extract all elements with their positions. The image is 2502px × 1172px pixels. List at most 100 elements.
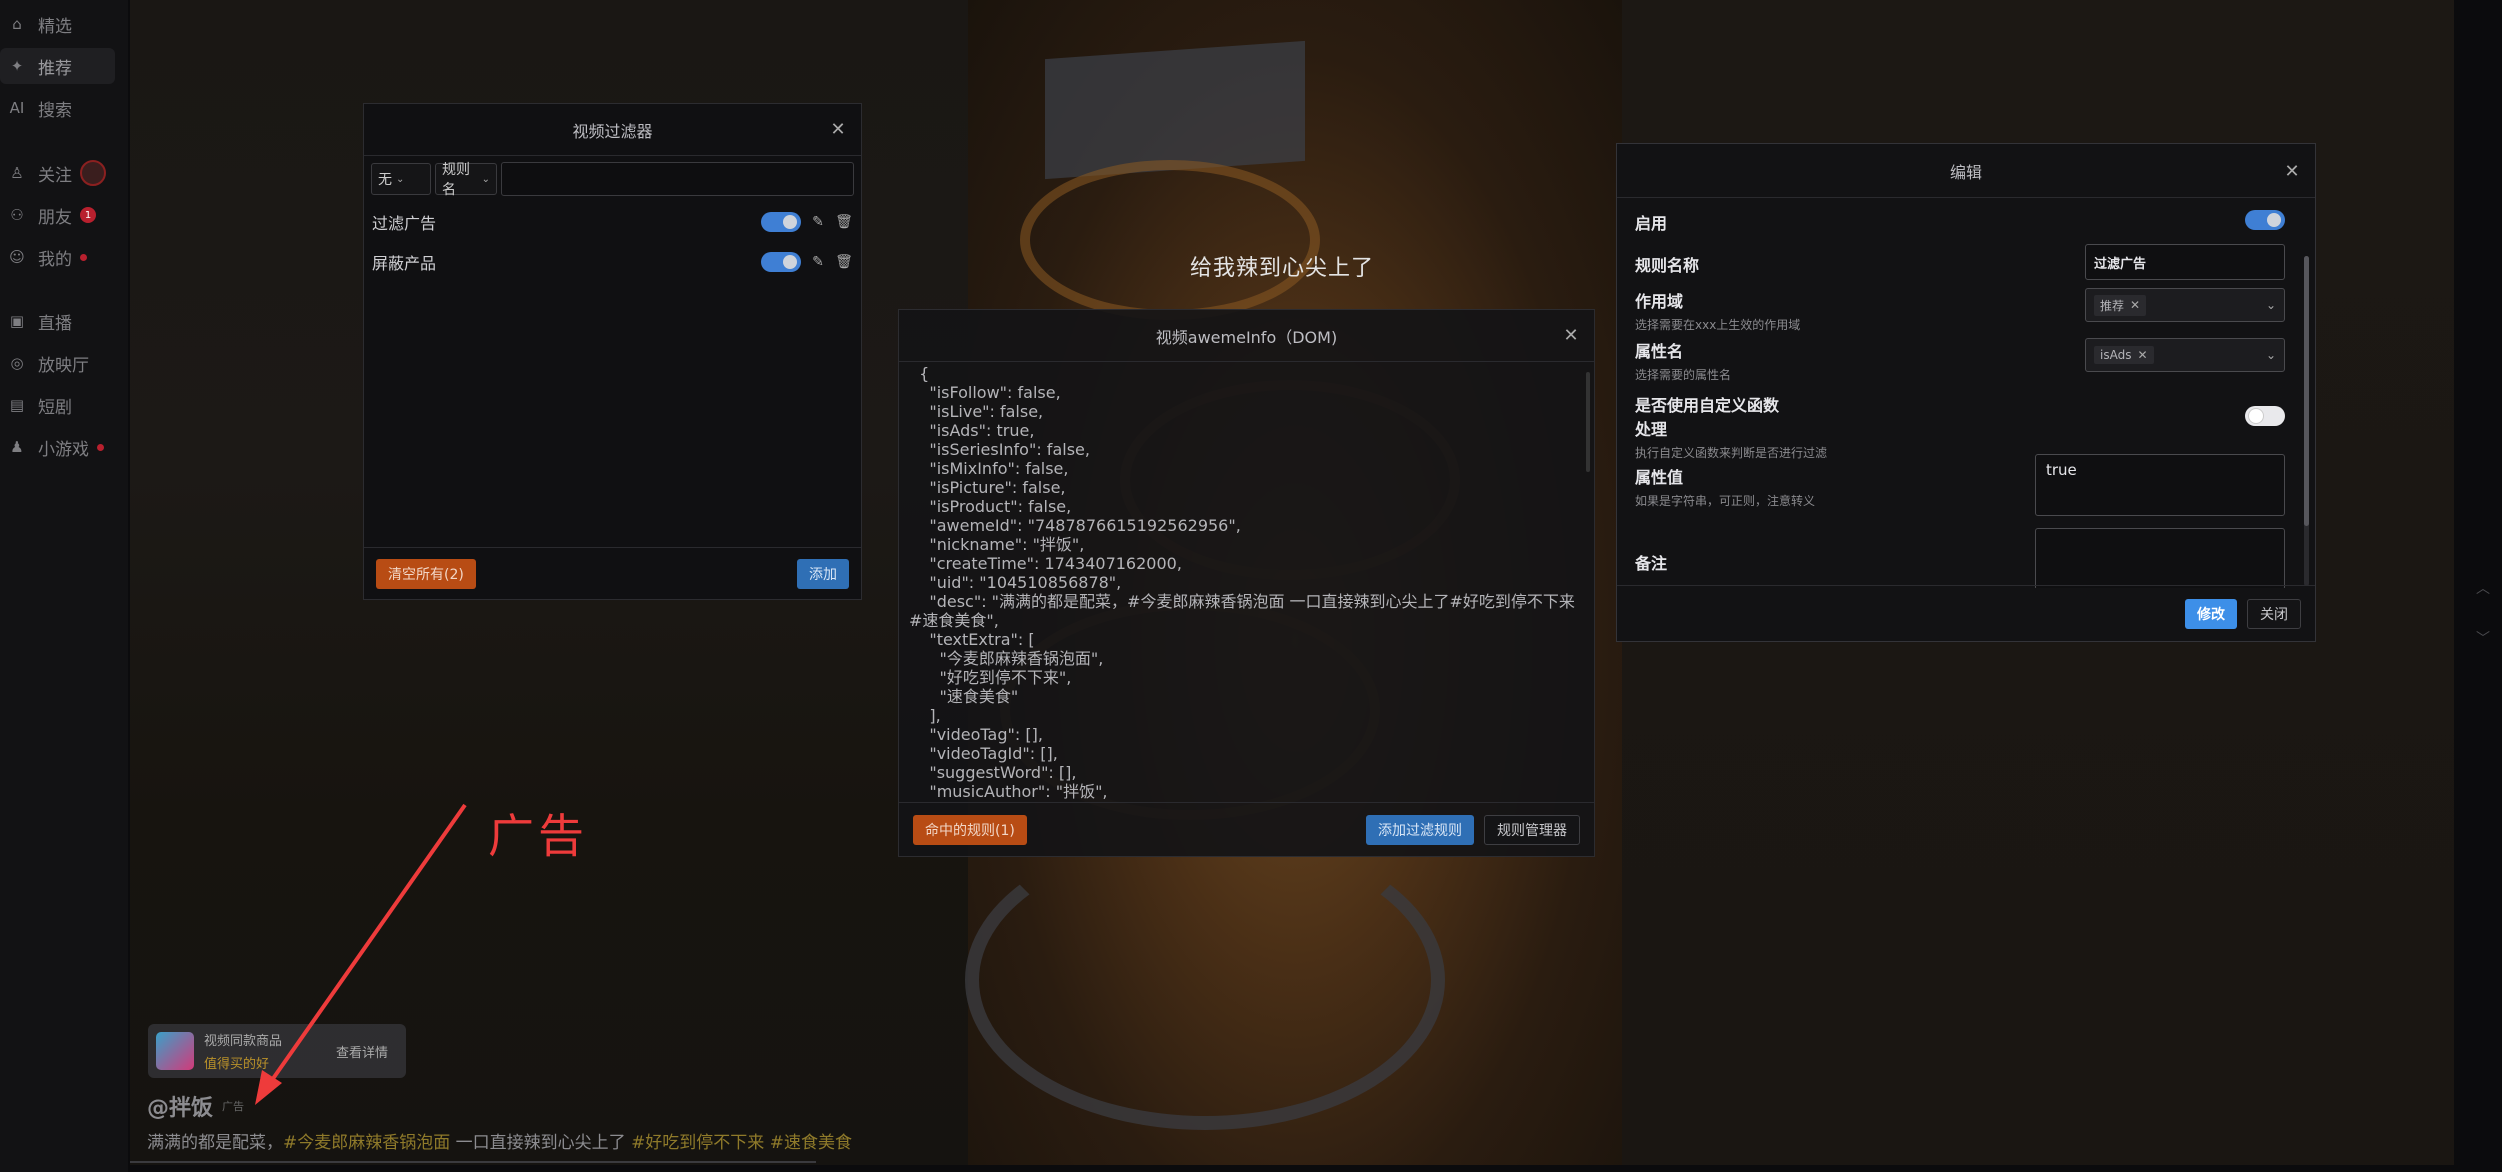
rule-enabled-toggle[interactable] <box>761 212 801 232</box>
field-label: 作用域 <box>1635 292 1684 311</box>
scope-field: 作用域 选择需要在xxx上生效的作用域 推荐 ✕ ⌄ <box>1635 288 2285 333</box>
scrollbar[interactable] <box>1586 372 1590 472</box>
sidebar-item-label: 直播 <box>38 313 72 334</box>
close-button[interactable]: 关闭 <box>2247 598 2301 629</box>
add-filter-rule-button[interactable]: 添加过滤规则 <box>1366 814 1474 845</box>
panel-footer: 清空所有(2) 添加 <box>364 547 861 599</box>
sidebar-item-label: 精选 <box>38 16 72 37</box>
code-line: "textExtra": [ <box>909 630 1035 649</box>
code-line: "isMixInfo": false, <box>909 459 1069 478</box>
video-subtitle: 给我辣到心尖上了 <box>1190 256 1375 281</box>
sidebar-item-follow[interactable]: ♙ 关注 <box>0 155 115 191</box>
aweme-info-panel: 视频awemeInfo（DOM) ✕ { "isFollow": false, … <box>898 309 1595 857</box>
video-scene-decor <box>1020 160 1320 320</box>
sidebar-item-live[interactable]: ▣ 直播 <box>0 303 115 339</box>
rule-enabled-toggle[interactable] <box>761 252 801 272</box>
trash-icon[interactable]: 🗑 <box>835 213 853 231</box>
hit-rules-button[interactable]: 命中的规则(1) <box>913 814 1027 845</box>
save-button[interactable]: 修改 <box>2185 598 2237 629</box>
field-select[interactable]: 规则名 ⌄ <box>435 162 497 198</box>
edit-icon[interactable]: ✎ <box>809 213 827 231</box>
sidebar-item-friends[interactable]: ⚇ 朋友 1 <box>0 197 115 233</box>
code-line: "videoTagId": [], <box>909 744 1058 763</box>
close-icon[interactable]: ✕ <box>827 118 849 140</box>
sidebar-item-mini-game[interactable]: ♟ 小游戏 <box>0 429 115 465</box>
scrollbar[interactable] <box>2304 256 2309 586</box>
field-label: 属性值 <box>1635 468 1684 487</box>
scope-multiselect[interactable]: 推荐 ✕ ⌄ <box>2085 288 2285 322</box>
code-line: { <box>909 364 930 383</box>
code-line: "createTime": 1743407162000, <box>909 554 1182 573</box>
close-icon[interactable]: ✕ <box>1560 324 1582 346</box>
video-nav-arrows[interactable]: ︿ ﹀ <box>2470 578 2496 648</box>
home-icon: ⌂ <box>12 15 22 33</box>
code-line: "awemeId": "7487876615192562956", <box>909 516 1241 535</box>
panel-title: 编辑 <box>1949 162 1982 182</box>
code-line: "速食美食" <box>909 687 1019 706</box>
enabled-toggle[interactable] <box>2245 210 2285 230</box>
field-hint: 如果是字符串，可正则，注意转义 <box>1635 494 1816 508</box>
game-icon: ♟ <box>10 438 24 456</box>
sidebar-item-cinema[interactable]: ◎ 放映厅 <box>0 345 115 381</box>
author-name[interactable]: @拌饭 <box>147 1090 213 1122</box>
panel-title: 视频过滤器 <box>572 121 653 141</box>
sidebar-item-label: 关注 <box>38 165 72 186</box>
sidebar-item-label: 放映厅 <box>38 355 89 376</box>
sidebar-item-mine[interactable]: ☺ 我的 <box>0 239 115 275</box>
note-textarea[interactable] <box>2035 528 2285 588</box>
sidebar-item-recommend[interactable]: ✦ 推荐 <box>0 48 115 84</box>
hashtag-link[interactable]: #今麦郎麻辣香锅泡面 <box>283 1133 450 1153</box>
code-line: "isProduct": false, <box>909 497 1072 516</box>
code-line: "musicAuthor": "拌饭", <box>909 782 1108 801</box>
rule-name-input[interactable]: 过滤广告 <box>2085 244 2285 280</box>
remove-chip-icon[interactable]: ✕ <box>2130 298 2140 312</box>
code-line: "videoTag": [], <box>909 725 1043 744</box>
rule-item[interactable]: 过滤广告 ✎ 🗑 <box>364 202 861 242</box>
trash-icon[interactable]: 🗑 <box>835 253 853 271</box>
sidebar-item-short-drama[interactable]: ▤ 短剧 <box>0 387 115 423</box>
chevron-up-icon[interactable]: ︿ <box>2476 578 2490 598</box>
ai-icon: AI <box>9 99 25 117</box>
rule-manager-button[interactable]: 规则管理器 <box>1484 814 1580 845</box>
custom-function-toggle[interactable] <box>2245 406 2285 426</box>
attribute-multiselect[interactable]: isAds ✕ ⌄ <box>2085 338 2285 372</box>
code-line: "isLive": false, <box>909 402 1044 421</box>
video-scene-decor <box>1045 40 1305 180</box>
sidebar-item-search[interactable]: AI 搜索 <box>0 90 115 126</box>
field-label: 备注 <box>1635 554 1668 573</box>
panel-footer: 修改 关闭 <box>1617 585 2315 641</box>
enabled-field: 启用 <box>1635 210 2285 234</box>
profile-icon: ☺ <box>9 248 25 266</box>
chevron-down-icon[interactable]: ﹀ <box>2476 628 2490 648</box>
annotation-arrow <box>255 803 467 1105</box>
code-line: "isAds": true, <box>909 421 1035 440</box>
code-line: "isPicture": false, <box>909 478 1066 497</box>
scope-select[interactable]: 无 ⌄ <box>371 163 431 195</box>
user-follow-icon: ♙ <box>10 164 24 182</box>
sparkle-icon: ✦ <box>10 57 24 75</box>
edit-icon[interactable]: ✎ <box>809 253 827 271</box>
panel-header: 视频过滤器 ✕ <box>364 104 861 156</box>
sidebar-item-label: 推荐 <box>38 58 72 79</box>
remove-chip-icon[interactable]: ✕ <box>2137 348 2147 362</box>
rule-item[interactable]: 屏蔽产品 ✎ 🗑 <box>364 242 861 282</box>
filter-search-input[interactable] <box>501 162 854 196</box>
field-hint: 选择需要在xxx上生效的作用域 <box>1635 318 1801 332</box>
field-label: 处理 <box>1635 420 1668 439</box>
app-root: ⌂ 精选 ✦ 推荐 AI 搜索 ♙ 关注 ⚇ 朋友 1 ☺ 我的 ▣ 直播 ◎ … <box>0 0 2502 1172</box>
video-progress-bar[interactable] <box>130 1161 816 1163</box>
json-viewer[interactable]: { "isFollow": false, "isLive": false, "i… <box>899 362 1594 802</box>
add-rule-button[interactable]: 添加 <box>797 558 849 589</box>
clear-all-button[interactable]: 清空所有(2) <box>376 558 476 589</box>
sidebar-item-label: 短剧 <box>38 397 72 418</box>
attribute-value-textarea[interactable]: true <box>2035 454 2285 516</box>
hashtag-link[interactable]: #速食美食 <box>764 1133 852 1153</box>
code-line: "nickname": "拌饭", <box>909 535 1085 554</box>
scope-chip: 推荐 ✕ <box>2094 294 2147 316</box>
hashtag-link[interactable]: #好吃到停不下来 <box>631 1133 764 1153</box>
panel-header: 视频awemeInfo（DOM) ✕ <box>899 310 1594 362</box>
video-description: 满满的都是配菜，#今麦郎麻辣香锅泡面 一口直接辣到心尖上了 #好吃到停不下来 #… <box>147 1128 852 1153</box>
sidebar-item-featured[interactable]: ⌂ 精选 <box>0 6 115 42</box>
close-icon[interactable]: ✕ <box>2281 160 2303 182</box>
chevron-down-icon: ⌄ <box>2265 298 2276 312</box>
